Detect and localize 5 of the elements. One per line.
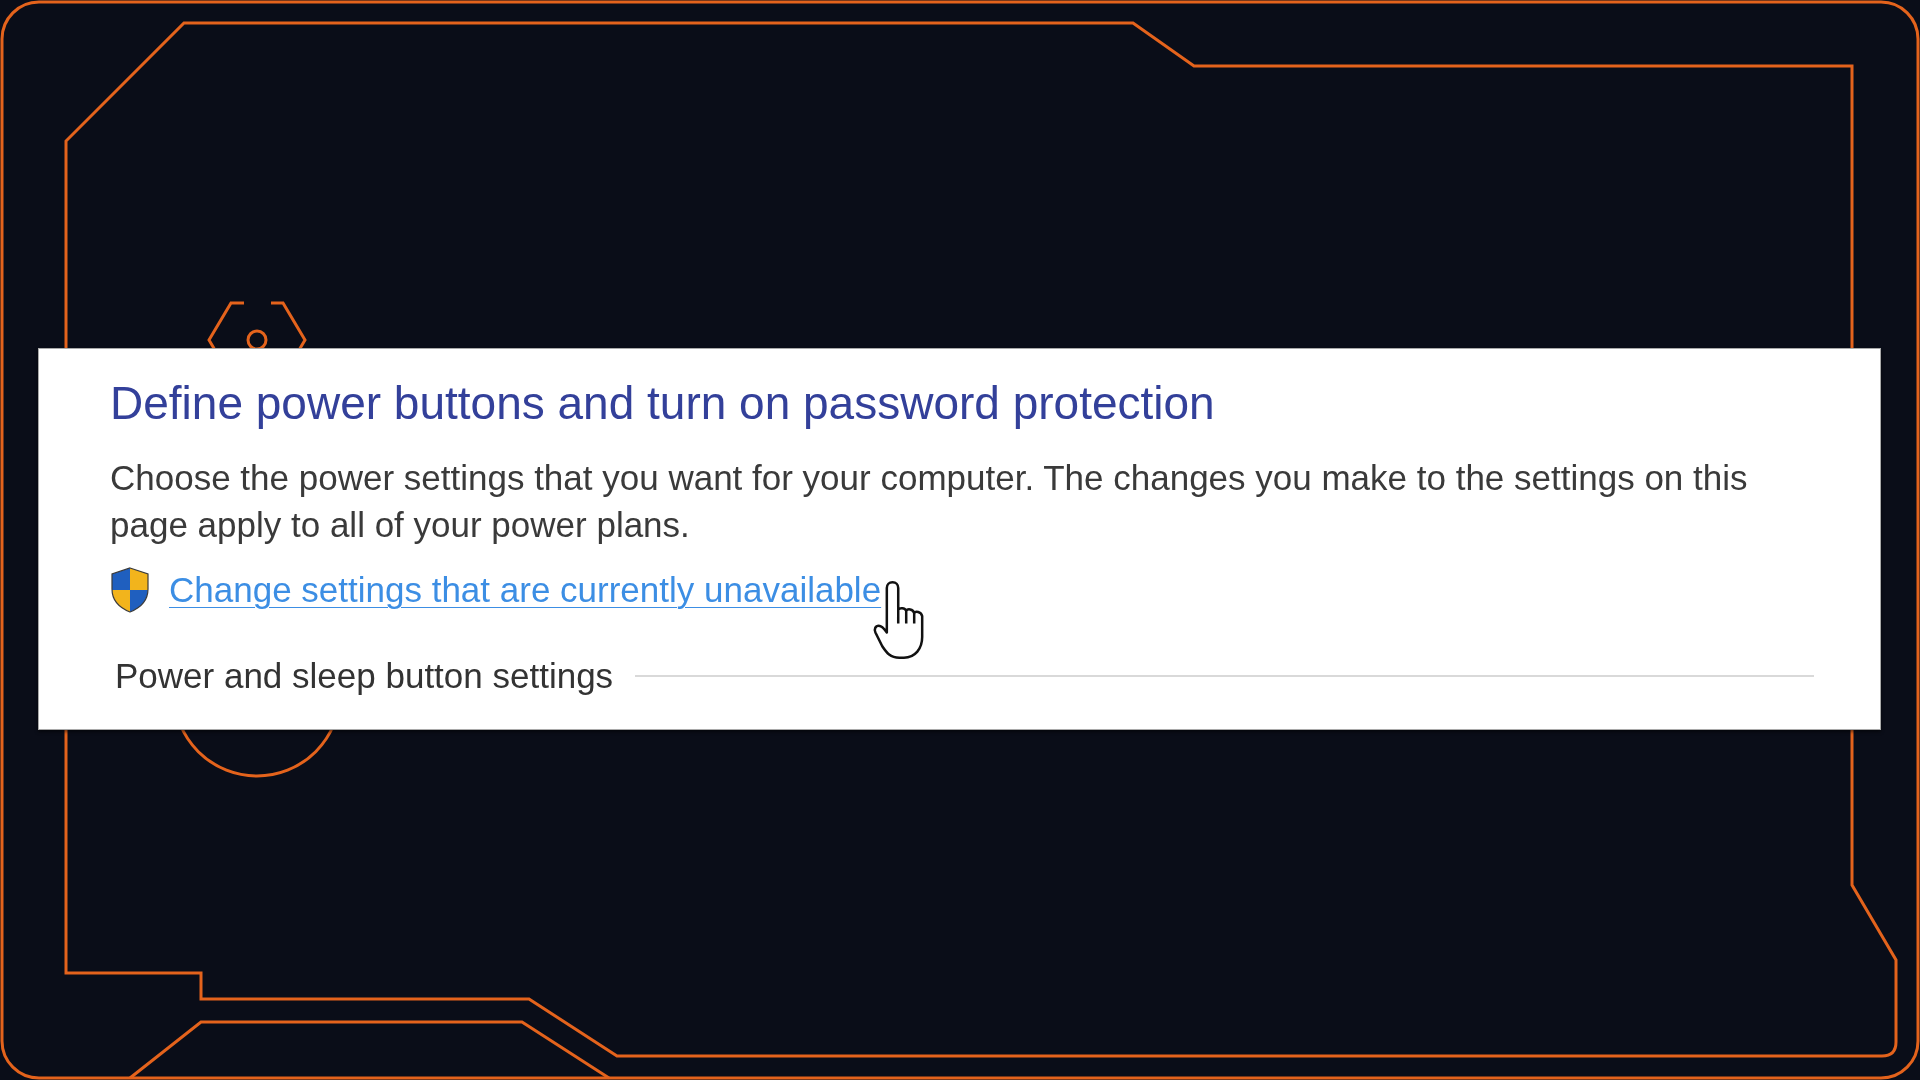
- description-text: Choose the power settings that you want for your computer. The changes you make to the settings on this page apply to all of your power plans.: [110, 457, 1749, 546]
- change-settings-link[interactable]: Change settings that are currently unavailable: [169, 566, 882, 613]
- section-heading: Power and sleep button settings: [115, 655, 614, 697]
- shield-icon: [110, 566, 150, 613]
- panel-title: Define power buttons and turn on password protection: [110, 376, 1216, 431]
